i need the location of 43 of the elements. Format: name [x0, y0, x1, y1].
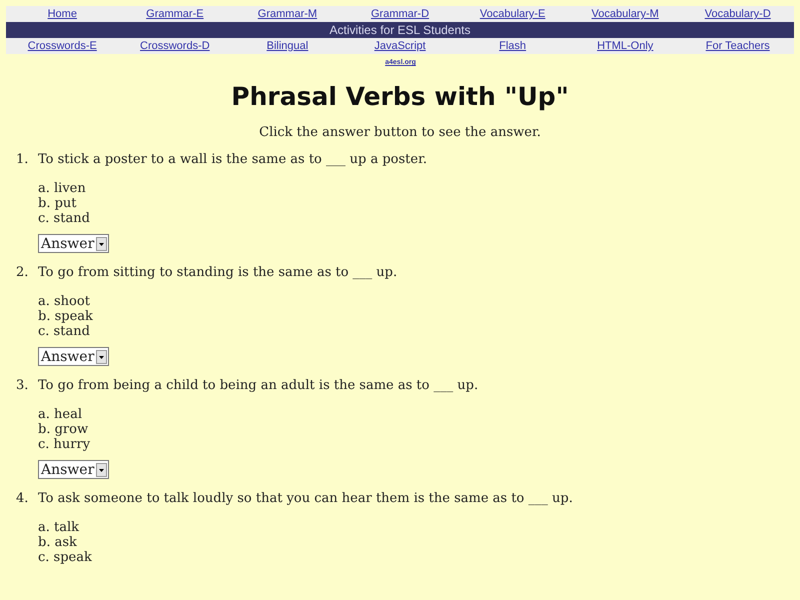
answer-option: b. ask — [38, 535, 77, 550]
question-number: 4. — [16, 491, 30, 506]
answer-option: a. talk — [38, 520, 80, 535]
question-text: To go from being a child to being an adult is the same as to ___ up. — [38, 378, 478, 393]
answer-option: c. stand — [38, 211, 90, 226]
nav-link[interactable]: Grammar-M — [231, 8, 344, 20]
answer-option: b. speak — [38, 309, 93, 324]
answer-option: c. hurry — [38, 437, 90, 452]
question-text: To go from sitting to standing is the same as to ___ up. — [38, 265, 398, 280]
answer-option: c. stand — [38, 324, 90, 339]
answer-option: a. liven — [38, 181, 86, 196]
nav-link[interactable]: Bilingual — [231, 40, 344, 52]
nav-link[interactable]: Vocabulary-D — [681, 8, 794, 20]
caret-icon — [96, 236, 108, 250]
nav-link[interactable]: Vocabulary-M — [568, 8, 682, 20]
question-number: 1. — [16, 152, 30, 167]
nav-link[interactable]: Grammar-D — [344, 8, 456, 20]
nav-link[interactable]: Crosswords-E — [6, 40, 119, 52]
page-title: Phrasal Verbs with "Up" — [230, 82, 570, 111]
answer-option: c. speak — [38, 550, 92, 565]
nav-link[interactable]: HTML-Only — [568, 40, 682, 52]
answer-dropdown[interactable]: Answer — [38, 347, 110, 366]
nav-link[interactable]: For Teachers — [681, 40, 794, 52]
question-text: To ask someone to talk loudly so that you can hear them is the same as to ___ up. — [38, 491, 573, 506]
question-number: 2. — [16, 265, 30, 280]
nav-link[interactable]: Flash — [456, 40, 569, 52]
caret-icon — [96, 462, 108, 476]
nav-link[interactable]: Grammar-E — [118, 8, 232, 20]
banner: Activities for ESL Students — [6, 22, 794, 38]
answer-option: b. put — [38, 196, 77, 211]
answer-option: a. heal — [38, 407, 82, 422]
caret-icon — [96, 350, 108, 364]
nav-link[interactable]: Crosswords-D — [118, 40, 232, 52]
nav-link[interactable]: Vocabulary-E — [456, 8, 569, 20]
answer-option: b. grow — [38, 422, 88, 437]
instructions: Click the answer button to see the answer. — [259, 125, 541, 140]
answer-dropdown[interactable]: Answer — [38, 234, 110, 253]
nav-link[interactable]: Home — [6, 8, 119, 20]
question-text: To stick a poster to a wall is the same as to ___ up a poster. — [38, 152, 428, 167]
answer-dropdown[interactable]: Answer — [38, 460, 110, 479]
nav-link[interactable]: JavaScript — [344, 40, 456, 52]
answer-option: a. shoot — [38, 294, 90, 309]
question-number: 3. — [16, 378, 30, 393]
